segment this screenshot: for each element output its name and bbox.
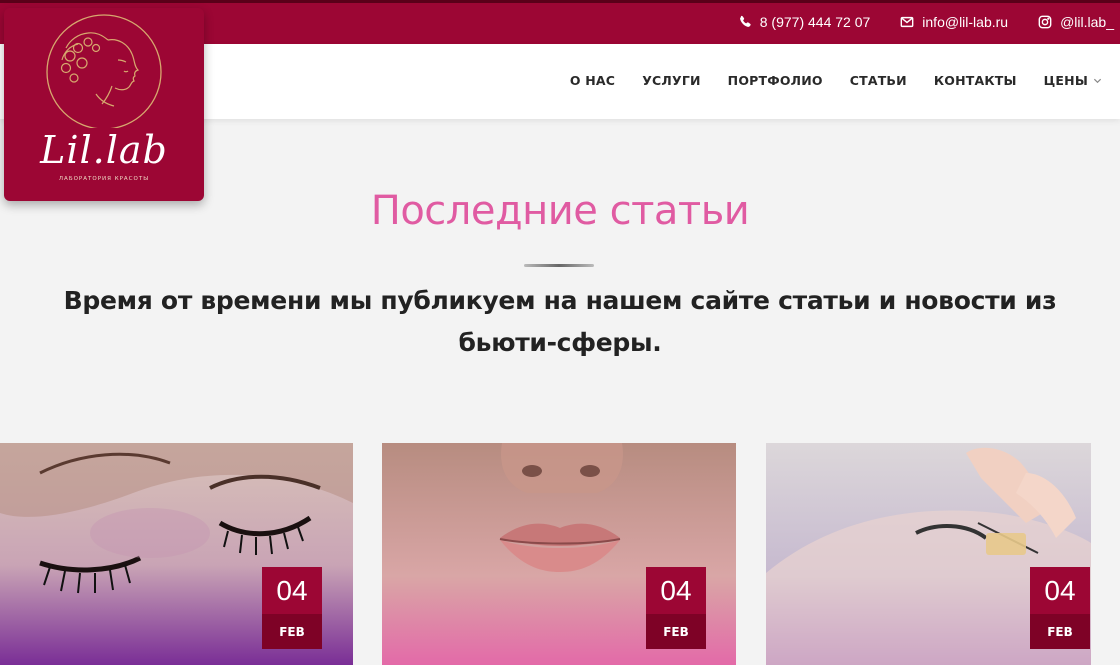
article-date-badge: 04 FEB — [262, 567, 322, 649]
phone-icon — [739, 15, 751, 27]
article-card-1[interactable]: 04 FEB — [0, 443, 353, 665]
instagram-link[interactable]: @lil.lab_ — [1038, 14, 1114, 30]
main-nav: О НАС УСЛУГИ ПОРТФОЛИО СТАТЬИ КОНТАКТЫ Ц… — [570, 73, 1102, 88]
nav-item-services[interactable]: УСЛУГИ — [642, 73, 700, 88]
email-link[interactable]: info@lil-lab.ru — [900, 14, 1008, 30]
envelope-icon — [900, 16, 914, 28]
nav-item-about[interactable]: О НАС — [570, 73, 615, 88]
article-day: 04 — [646, 567, 706, 614]
nav-item-prices[interactable]: ЦЕНЫ — [1044, 73, 1102, 88]
site-logo[interactable]: Lil.lab ЛАБОРАТОРИЯ КРАСОТЫ — [4, 8, 204, 201]
title-divider — [524, 264, 594, 267]
logo-brand-text: Lil.lab — [40, 128, 168, 172]
logo-tagline: ЛАБОРАТОРИЯ КРАСОТЫ — [58, 176, 150, 182]
article-month: FEB — [262, 614, 322, 649]
article-month: FEB — [1030, 614, 1090, 649]
nav-item-contacts[interactable]: КОНТАКТЫ — [934, 73, 1017, 88]
article-month: FEB — [646, 614, 706, 649]
instagram-icon — [1038, 15, 1052, 29]
phone-link[interactable]: 8 (977) 444 72 07 — [738, 14, 871, 30]
phone-text: 8 (977) 444 72 07 — [759, 14, 871, 30]
article-card-3[interactable]: 04 FEB — [766, 443, 1091, 665]
article-date-badge: 04 FEB — [1030, 567, 1090, 649]
article-date-badge: 04 FEB — [646, 567, 706, 649]
subtitle-line-1: Время от времени мы публикуем на нашем с… — [63, 286, 1057, 315]
nav-item-prices-label: ЦЕНЫ — [1043, 73, 1088, 88]
nav-item-portfolio[interactable]: ПОРТФОЛИО — [728, 73, 823, 88]
section-title: Последние статьи — [370, 188, 750, 234]
chevron-down-icon — [1093, 78, 1102, 84]
contact-list: 8 (977) 444 72 07 info@lil-lab.ru @lil.l… — [738, 14, 1114, 30]
section-subtitle: Время от времени мы публикуем на нашем с… — [0, 280, 1120, 364]
instagram-text: @lil.lab_ — [1060, 14, 1114, 30]
subtitle-line-2: бьюти-сферы. — [458, 328, 662, 357]
email-text: info@lil-lab.ru — [922, 14, 1009, 30]
article-card-2[interactable]: 04 FEB — [382, 443, 736, 665]
nav-item-articles[interactable]: СТАТЬИ — [850, 73, 907, 88]
article-day: 04 — [1030, 567, 1090, 614]
article-day: 04 — [262, 567, 322, 614]
woman-profile-emblem — [46, 14, 162, 128]
